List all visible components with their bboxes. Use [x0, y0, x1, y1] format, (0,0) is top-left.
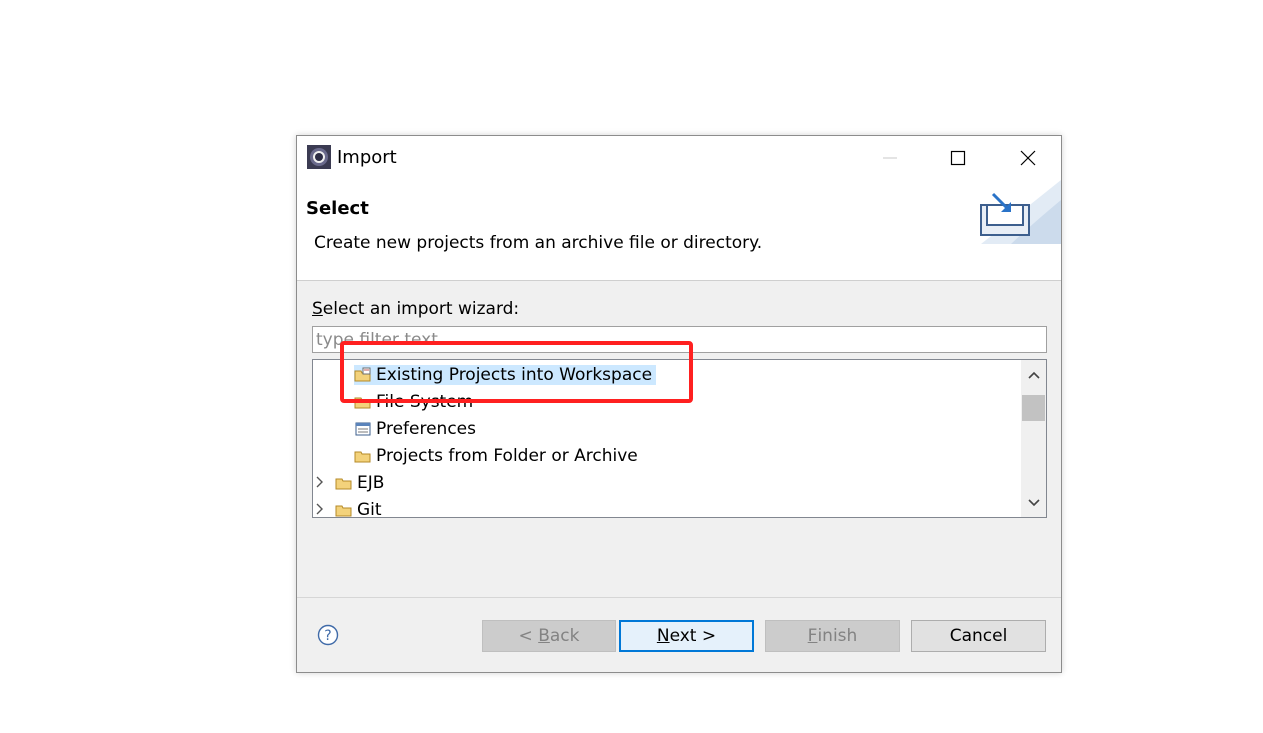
maximize-icon [950, 150, 966, 166]
scroll-up-button[interactable] [1021, 362, 1046, 387]
chevron-right-icon[interactable] [313, 474, 327, 490]
close-icon [1020, 150, 1036, 166]
window-title: Import [337, 147, 397, 168]
folder-icon [354, 451, 371, 462]
project-folder-icon [354, 367, 371, 381]
next-button[interactable]: Next > [619, 620, 754, 652]
tree-item-file-system[interactable]: File System [354, 388, 473, 415]
import-wizard-icon [980, 180, 1061, 244]
minimize-button[interactable] [861, 136, 919, 180]
chevron-down-icon [1027, 498, 1040, 506]
title-bar[interactable]: Import [297, 136, 1061, 180]
tree-item-label: Existing Projects into Workspace [376, 364, 653, 385]
tree-item-label: Preferences [376, 418, 476, 439]
page-description: Create new projects from an archive file… [314, 233, 763, 253]
footer-separator [297, 597, 1061, 598]
tree-item-preferences[interactable]: Preferences [354, 415, 476, 442]
scroll-thumb[interactable] [1022, 395, 1045, 421]
wizard-list-label: Select an import wizard: [312, 299, 520, 319]
wizard-header: Select Create new projects from an archi… [297, 180, 1061, 281]
tree-item-label: EJB [357, 472, 385, 493]
tree-item-label: File System [376, 391, 474, 412]
wizard-tree[interactable]: Existing Projects into Workspace File Sy… [312, 359, 1047, 518]
eclipse-icon [307, 145, 331, 169]
help-icon[interactable]: ? [317, 624, 339, 646]
preferences-icon [355, 422, 371, 435]
filter-input[interactable] [312, 326, 1047, 353]
cancel-button[interactable]: Cancel [911, 620, 1046, 652]
scroll-down-button[interactable] [1021, 490, 1046, 515]
finish-button[interactable]: Finish [765, 620, 900, 652]
tree-scrollbar[interactable] [1021, 360, 1046, 517]
svg-text:?: ? [324, 628, 331, 644]
minimize-icon [883, 157, 897, 159]
tree-item-ejb[interactable]: EJB [316, 469, 385, 496]
page-title: Select [306, 198, 369, 219]
import-dialog: Import Select Create new projects from a… [296, 135, 1062, 673]
maximize-button[interactable] [929, 136, 987, 180]
tree-item-label: Git [357, 499, 382, 518]
tree-item-label: Projects from Folder or Archive [376, 445, 638, 466]
chevron-up-icon [1027, 371, 1040, 379]
folder-icon [335, 505, 352, 516]
tree-item-git[interactable]: Git [316, 496, 382, 518]
folder-icon [354, 397, 371, 408]
tree-item-existing-projects[interactable]: Existing Projects into Workspace [354, 361, 657, 388]
back-button[interactable]: < Back [482, 620, 616, 652]
chevron-right-icon[interactable] [313, 501, 327, 517]
close-button[interactable] [999, 136, 1057, 180]
folder-icon [335, 478, 352, 489]
tree-item-projects-from-folder[interactable]: Projects from Folder or Archive [354, 442, 638, 469]
